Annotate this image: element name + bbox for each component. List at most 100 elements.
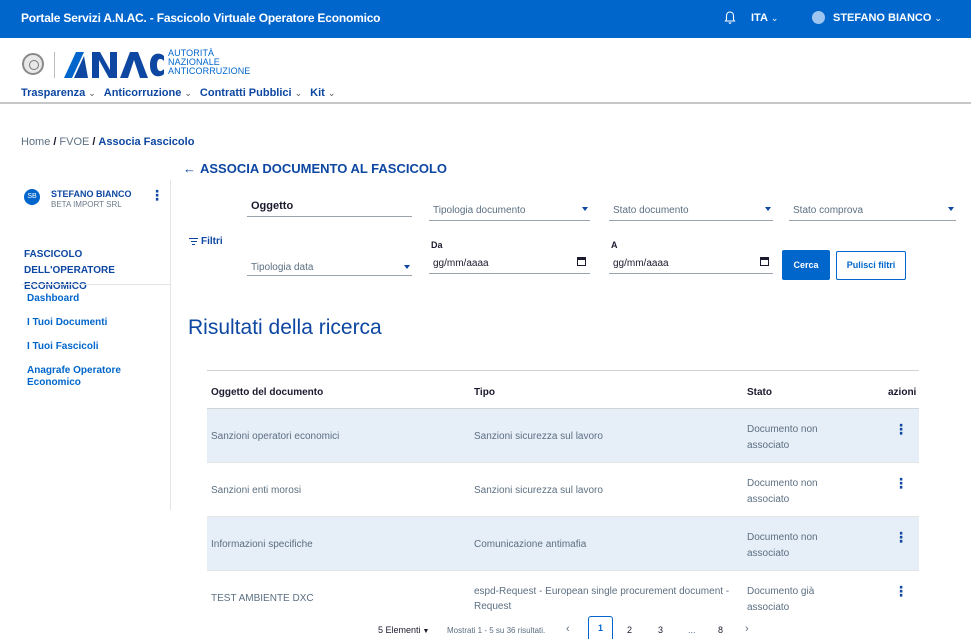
column-header-azioni: azioni [888, 387, 917, 398]
chevron-down-icon: ⌄ [327, 88, 336, 98]
sidebar-item-anagrafe[interactable]: Anagrafe Operatore Economico [27, 365, 147, 389]
sidebar-item-documenti[interactable]: I Tuoi Documenti [27, 317, 147, 329]
top-bar: Portale Servizi A.N.AC. - Fascicolo Virt… [0, 0, 971, 38]
oggetto-field[interactable]: Oggetto [247, 195, 412, 217]
tipologia-documento-value: Tipologia documento [433, 205, 526, 216]
breadcrumb-fvoe[interactable]: FVOE [59, 136, 89, 148]
logo-subtitle: AUTORITÀ NAZIONALE ANTICORRUZIONE [168, 49, 250, 76]
row-actions-icon[interactable]: ⋮ [894, 422, 908, 436]
column-header-stato[interactable]: Stato [747, 387, 772, 398]
nav-label: Kit [310, 87, 325, 99]
anac-logo[interactable] [62, 48, 166, 80]
page-title[interactable]: ← ASSOCIA DOCUMENTO AL FASCICOLO [183, 161, 447, 176]
tipologia-data-select[interactable]: Tipologia data [247, 254, 412, 276]
date-to-placeholder: gg/mm/aaaa [613, 258, 669, 269]
nav-item-kit[interactable]: Kit ⌄ [310, 87, 335, 99]
stato-comprova-select[interactable]: Stato comprova [789, 199, 956, 221]
nav-item-contratti-pubblici[interactable]: Contratti Pubblici ⌄ [200, 87, 302, 99]
cell-oggetto: Informazioni specifiche [211, 539, 313, 550]
republic-emblem-icon [22, 53, 44, 75]
calendar-icon[interactable] [760, 257, 769, 266]
column-header-oggetto[interactable]: Oggetto del documento [211, 387, 323, 398]
filters-label: Filtri [201, 236, 223, 248]
chevron-down-icon: ⌄ [88, 88, 96, 98]
clear-filters-button[interactable]: Pulisci filtri [836, 251, 906, 280]
breadcrumb-home[interactable]: Home [21, 136, 50, 148]
header-divider [54, 52, 55, 78]
stato-documento-select[interactable]: Stato documento [609, 199, 773, 221]
sidebar-company: BETA IMPORT SRL [51, 200, 122, 209]
date-to-input[interactable]: gg/mm/aaaa [609, 252, 773, 274]
sidebar-links: Dashboard I Tuoi Documenti I Tuoi Fascic… [27, 293, 147, 401]
sidebar-item-dashboard[interactable]: Dashboard [27, 293, 147, 305]
nav-item-anticorruzione[interactable]: Anticorruzione ⌄ [104, 87, 192, 99]
site-header: AUTORITÀ NAZIONALE ANTICORRUZIONE Traspa… [0, 38, 971, 104]
nav-label: Contratti Pubblici [199, 87, 292, 99]
logo-subtitle-line: ANTICORRUZIONE [168, 66, 251, 76]
results-title: Risultati della ricerca [188, 316, 382, 339]
page-size-selector[interactable]: 5 Elementi ▼ [378, 625, 429, 635]
caret-down-icon [582, 207, 588, 211]
cell-oggetto: TEST AMBIENTE DXC [211, 593, 314, 604]
nav-label: Trasparenza [21, 87, 86, 99]
language-label: ITA [751, 12, 768, 24]
page-size-label: 5 Elementi [378, 625, 421, 635]
main-nav: Trasparenza ⌄ Anticorruzione ⌄ Contratti P… [21, 87, 335, 99]
stato-comprova-value: Stato comprova [793, 205, 864, 216]
caret-down-icon [948, 207, 954, 211]
avatar: SB [24, 189, 40, 205]
breadcrumb: Home / FVOE / Associa Fascicolo [21, 136, 195, 148]
sidebar: SB STEFANO BIANCO BETA IMPORT SRL ⋮ FASC… [0, 180, 171, 510]
cell-stato: Documento già associato [747, 586, 815, 613]
oggetto-label: Oggetto [251, 200, 294, 212]
arrow-left-icon: ← [183, 161, 196, 176]
date-from-input[interactable]: gg/mm/aaaa [429, 252, 590, 274]
row-actions-icon[interactable]: ⋮ [894, 476, 908, 490]
sidebar-item-fascicoli[interactable]: I Tuoi Fascicoli [27, 341, 147, 353]
pagination: 5 Elementi ▼ Mostrati 1 - 5 su 36 risulta… [0, 614, 971, 639]
sidebar-user-name: STEFANO BIANCO [51, 189, 132, 199]
row-actions-icon[interactable]: ⋮ [894, 530, 908, 544]
column-header-tipo[interactable]: Tipo [474, 387, 495, 398]
filters-toggle[interactable]: Filtri [189, 236, 223, 247]
chevron-right-icon[interactable]: › [745, 623, 749, 635]
page-button[interactable]: 2 [627, 625, 632, 635]
filter-icon [189, 236, 198, 247]
row-actions-icon[interactable]: ⋮ [894, 584, 908, 598]
page-button[interactable]: 3 [658, 625, 663, 635]
search-button[interactable]: Cerca [782, 250, 830, 280]
cell-stato: Documento non associato [747, 424, 818, 451]
calendar-icon[interactable] [577, 257, 586, 266]
breadcrumb-current: Associa Fascicolo [98, 136, 195, 148]
chevron-down-icon: ⌄ [934, 13, 942, 23]
chevron-left-icon[interactable]: ‹ [566, 623, 570, 635]
caret-down-icon: ▼ [422, 628, 430, 635]
cell-oggetto: Sanzioni operatori economici [211, 431, 340, 442]
language-selector[interactable]: ITA ⌄ [751, 12, 778, 24]
nav-label: Anticorruzione [103, 87, 182, 99]
page-button[interactable]: 8 [718, 625, 723, 635]
bell-icon[interactable] [724, 11, 736, 25]
cell-tipo: Comunicazione antimafia [474, 539, 587, 550]
caret-down-icon [765, 207, 771, 211]
nav-item-trasparenza[interactable]: Trasparenza ⌄ [21, 87, 96, 99]
table-row[interactable]: Sanzioni operatori economici Sanzioni si… [207, 409, 919, 463]
page-button-current[interactable]: 1 [588, 616, 613, 639]
user-menu[interactable]: STEFANO BIANCO ⌄ [833, 12, 942, 24]
date-from-placeholder: gg/mm/aaaa [433, 258, 489, 269]
chevron-down-icon: ⌄ [294, 88, 303, 98]
tipologia-documento-select[interactable]: Tipologia documento [429, 199, 590, 221]
tipologia-data-value: Tipologia data [251, 262, 314, 273]
table-header: Oggetto del documento Tipo Stato azioni [207, 370, 919, 409]
page-ellipsis: ... [688, 625, 696, 635]
cell-stato: Documento non associato [747, 478, 818, 505]
chevron-down-icon: ⌄ [770, 13, 779, 23]
cell-stato: Documento non associato [747, 532, 818, 559]
stato-documento-value: Stato documento [613, 205, 689, 216]
sidebar-section-title: FASCICOLO DELL'OPERATORE ECONOMICO [24, 249, 115, 292]
user-avatar-icon[interactable] [812, 11, 825, 24]
table-row[interactable]: Sanzioni enti morosi Sanzioni sicurezza … [207, 463, 919, 517]
kebab-menu-icon[interactable]: ⋮ [150, 188, 164, 202]
table-row[interactable]: Informazioni specifiche Comunicazione an… [207, 517, 919, 571]
portal-title: Portale Servizi A.N.AC. - Fascicolo Virt… [21, 11, 381, 25]
